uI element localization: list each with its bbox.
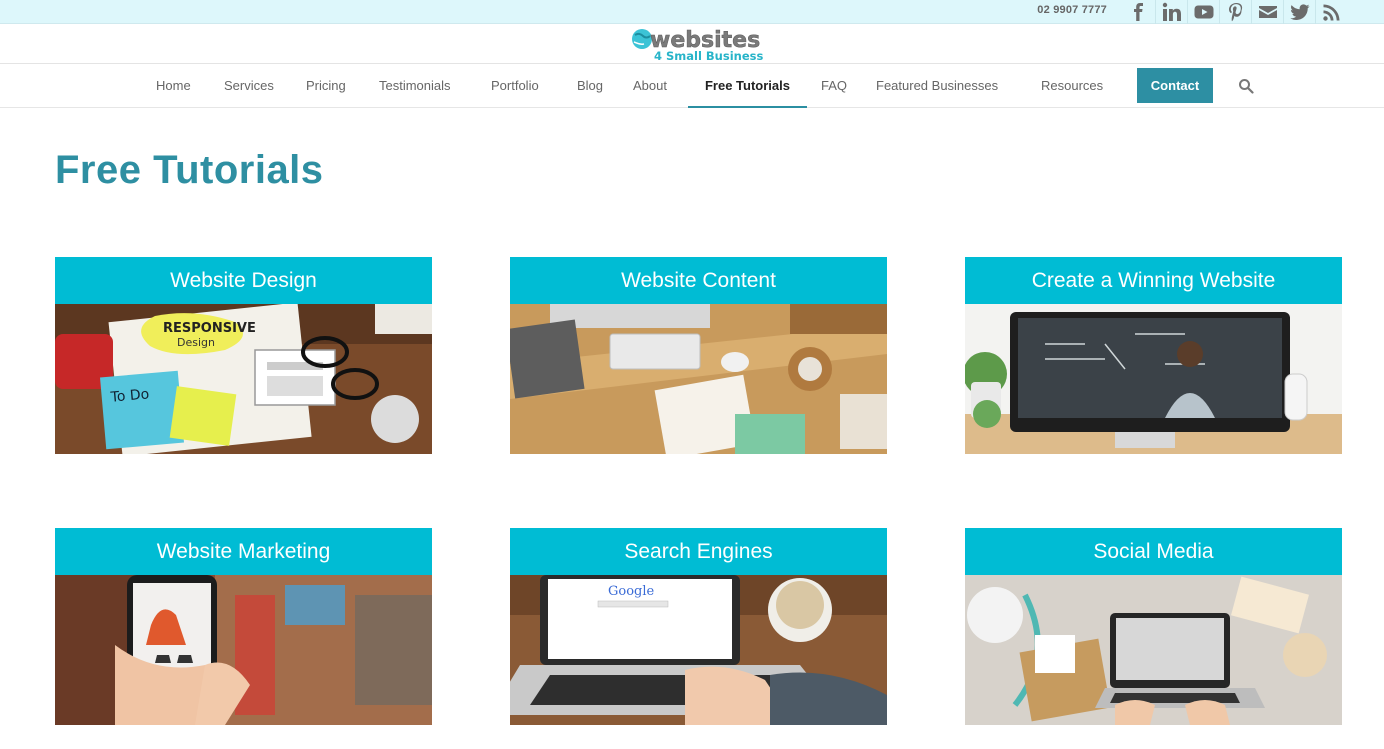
tutorial-card-website-marketing[interactable]: Website Marketing xyxy=(55,528,432,725)
card-image-social-media xyxy=(965,575,1342,725)
nav-blog[interactable]: Blog xyxy=(577,64,603,108)
nav-resources[interactable]: Resources xyxy=(1041,64,1103,108)
linkedin-icon[interactable] xyxy=(1155,0,1187,24)
svg-text:Design: Design xyxy=(177,336,215,349)
card-image-website-design: RESPONSIVE Design To Do xyxy=(55,304,432,454)
card-image-create-a-winning-website xyxy=(965,304,1342,454)
page-title: Free Tutorials xyxy=(55,148,324,192)
svg-text:Google: Google xyxy=(608,584,655,599)
pinterest-icon[interactable] xyxy=(1219,0,1251,24)
facebook-icon[interactable] xyxy=(1123,0,1155,24)
tutorial-card-social-media[interactable]: Social Media xyxy=(965,528,1342,725)
top-bar: 02 9907 7777 xyxy=(0,0,1384,24)
main-nav: Home Services Pricing Testimonials Portf… xyxy=(0,64,1384,108)
social-icons xyxy=(1123,0,1347,24)
logo-bar: websites 4 Small Business xyxy=(0,24,1384,64)
nav-services[interactable]: Services xyxy=(224,64,274,108)
nav-testimonials[interactable]: Testimonials xyxy=(379,64,451,108)
search-icon[interactable] xyxy=(1238,78,1256,96)
tutorial-card-create-a-winning-website[interactable]: Create a Winning Website xyxy=(965,257,1342,454)
phone-number[interactable]: 02 9907 7777 xyxy=(1037,4,1107,16)
tutorial-card-search-engines[interactable]: Search Engines Google xyxy=(510,528,887,725)
card-title: Create a Winning Website xyxy=(965,257,1342,304)
card-title: Website Marketing xyxy=(55,528,432,575)
tutorial-card-website-content[interactable]: Website Content xyxy=(510,257,887,454)
site-logo[interactable]: websites 4 Small Business xyxy=(630,25,770,63)
nav-home[interactable]: Home xyxy=(156,64,191,108)
contact-button[interactable]: Contact xyxy=(1137,68,1213,103)
mail-icon[interactable] xyxy=(1251,0,1283,24)
card-image-website-content xyxy=(510,304,887,454)
card-title: Website Content xyxy=(510,257,887,304)
nav-pricing[interactable]: Pricing xyxy=(306,64,346,108)
svg-text:RESPONSIVE: RESPONSIVE xyxy=(163,321,256,336)
card-title: Social Media xyxy=(965,528,1342,575)
nav-about[interactable]: About xyxy=(633,64,667,108)
logo-text-sub: 4 Small Business xyxy=(654,49,763,63)
nav-free-tutorials[interactable]: Free Tutorials xyxy=(688,64,807,108)
nav-faq[interactable]: FAQ xyxy=(821,64,847,108)
twitter-icon[interactable] xyxy=(1283,0,1315,24)
card-image-search-engines: Google xyxy=(510,575,887,725)
youtube-icon[interactable] xyxy=(1187,0,1219,24)
card-image-website-marketing xyxy=(55,575,432,725)
nav-portfolio[interactable]: Portfolio xyxy=(491,64,539,108)
card-title: Website Design xyxy=(55,257,432,304)
tutorial-card-website-design[interactable]: Website Design RESPONSIVE Design To Do xyxy=(55,257,432,454)
card-title: Search Engines xyxy=(510,528,887,575)
rss-icon[interactable] xyxy=(1315,0,1347,24)
nav-featured-businesses[interactable]: Featured Businesses xyxy=(876,64,998,108)
